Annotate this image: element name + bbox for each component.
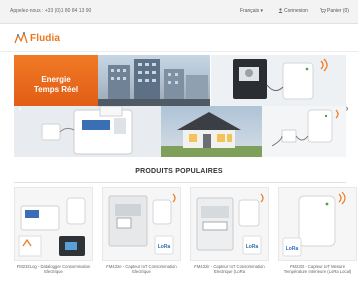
product-image[interactable]: [14, 187, 93, 261]
temperature-sensor-image: LoRa: [282, 191, 346, 257]
popular-products-title: PRODUITS POPULAIRES: [135, 168, 223, 175]
slider-next-button[interactable]: ›: [343, 103, 351, 113]
svg-text:LoRa: LoRa: [246, 244, 259, 250]
hero-slider[interactable]: Energie Temps Réel: [14, 55, 346, 157]
language-selector[interactable]: Français ▾: [240, 8, 263, 14]
electric-meter-image: [41, 106, 133, 155]
banner-tile-sensor: [262, 106, 346, 157]
slider-prev-button[interactable]: ‹: [16, 103, 24, 113]
banner-tile-devices: [211, 55, 346, 106]
iot-sensor-ir-image: LoRa: [196, 193, 264, 255]
banner-tile-buildings: [98, 55, 210, 106]
sensor-device-image: [271, 109, 339, 147]
iot-sensor-meter-image: LoRa: [108, 193, 176, 255]
product-image[interactable]: LoRa: [190, 187, 269, 261]
banner-tile-meter: [14, 106, 161, 157]
product-name[interactable]: FM232Log - Datalogger Consommation Elect…: [14, 264, 93, 274]
signin-label: Connexion: [284, 8, 308, 14]
cart-link[interactable]: Panier (0): [320, 8, 349, 14]
top-bar: Appelez-nous : +33 (0)1 80 84 13 90 Fran…: [0, 0, 358, 24]
product-name[interactable]: FM432ir - Capteur IoT Consommation Elect…: [190, 264, 269, 274]
product-image[interactable]: LoRa: [278, 187, 357, 261]
product-name[interactable]: FM232t - Capteur IoT Mesure Température …: [278, 264, 357, 274]
cart-label: Panier (0): [327, 8, 349, 14]
fludia-logo-icon: [14, 32, 28, 44]
product-card[interactable]: LoRa FM432ir - Capteur IoT Consommation …: [190, 187, 269, 284]
cart-icon: [320, 8, 326, 13]
banner-headline: Energie Temps Réel: [33, 75, 79, 94]
product-card[interactable]: LoRa FM432e - Capteur IoT Consommation E…: [102, 187, 181, 284]
product-card[interactable]: LoRa FM232t - Capteur IoT Mesure Tempéra…: [278, 187, 357, 284]
banner-tile-energy: Energie Temps Réel: [14, 55, 98, 106]
site-header: Fludia: [0, 24, 358, 52]
logo-text: Fludia: [30, 32, 61, 44]
buildings-image: [98, 59, 210, 106]
svg-text:LoRa: LoRa: [158, 244, 171, 250]
banner-tile-house: [161, 106, 262, 157]
product-card[interactable]: FM232Log - Datalogger Consommation Elect…: [14, 187, 93, 284]
svg-text:LoRa: LoRa: [286, 246, 299, 252]
phone-contact: Appelez-nous : +33 (0)1 80 84 13 90: [10, 8, 92, 14]
section-divider: [14, 182, 346, 183]
house-image: [161, 112, 262, 157]
product-image[interactable]: LoRa: [102, 187, 181, 261]
meter-devices-image: [233, 58, 328, 100]
signin-link[interactable]: Connexion: [278, 8, 308, 14]
datalogger-image: [18, 197, 86, 257]
product-name[interactable]: FM432e - Capteur IoT Consommation Electr…: [102, 264, 181, 274]
user-icon: [278, 8, 283, 13]
site-logo[interactable]: Fludia: [14, 30, 60, 46]
